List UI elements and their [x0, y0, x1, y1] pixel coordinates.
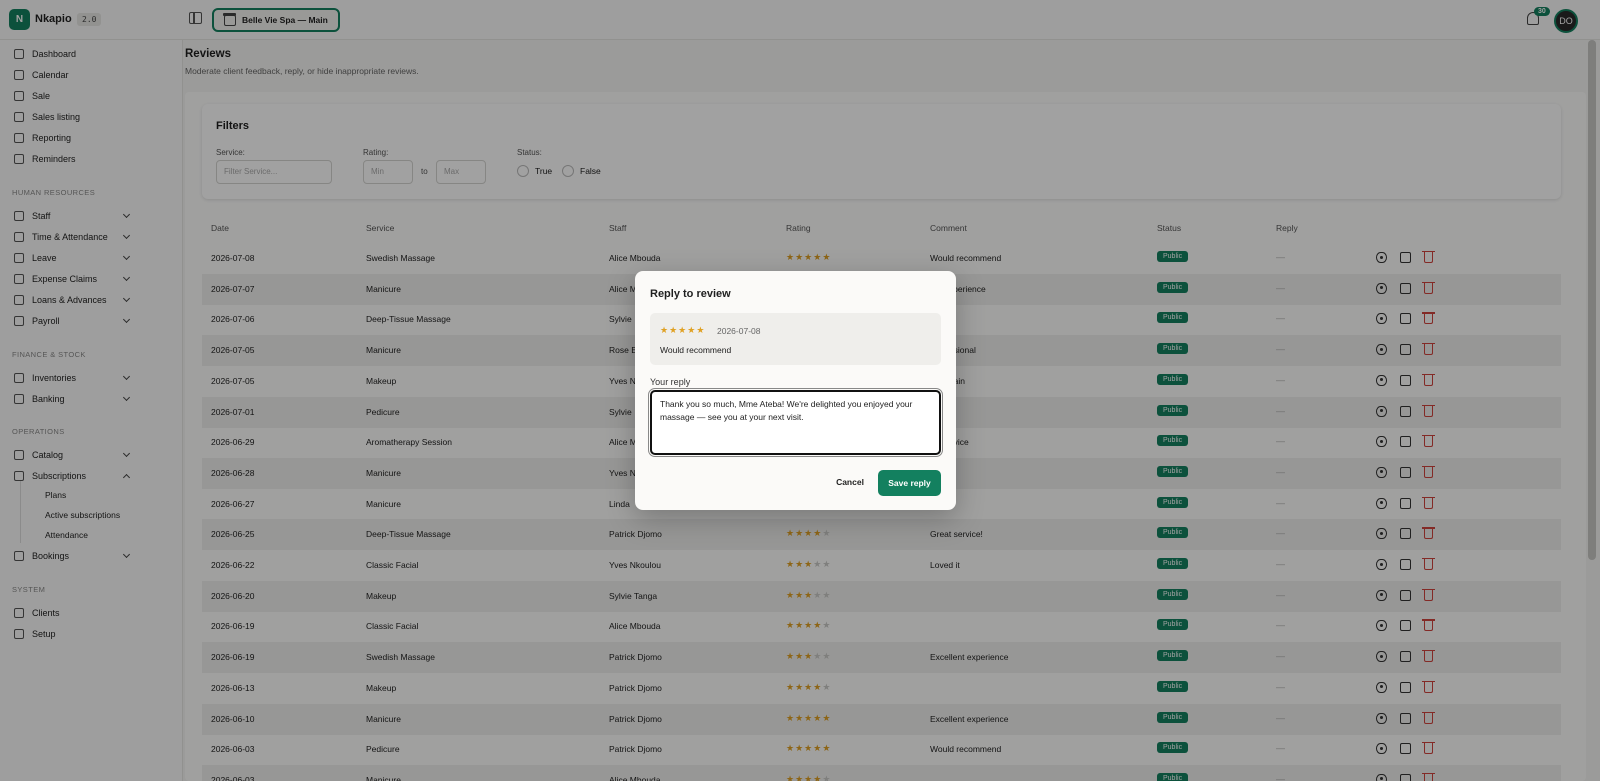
review-summary: ★★★★★ 2026-07-08 Would recommend — [650, 313, 941, 365]
review-comment: Would recommend — [660, 345, 732, 355]
reply-textarea[interactable]: Thank you so much, Mme Ateba! We're deli… — [648, 388, 943, 457]
star-icon: ★ — [669, 325, 679, 335]
modal-title: Reply to review — [650, 288, 731, 300]
review-rating-stars: ★★★★★ — [660, 325, 705, 336]
reply-label: Your reply — [650, 377, 691, 387]
save-reply-button[interactable]: Save reply — [878, 470, 941, 496]
reply-modal: Reply to review ★★★★★ 2026-07-08 Would r… — [635, 271, 956, 510]
star-icon: ★ — [696, 325, 706, 335]
star-icon: ★ — [660, 325, 670, 335]
star-icon: ★ — [687, 325, 697, 335]
review-date: 2026-07-08 — [717, 326, 761, 336]
star-icon: ★ — [678, 325, 688, 335]
cancel-button[interactable]: Cancel — [826, 470, 874, 494]
